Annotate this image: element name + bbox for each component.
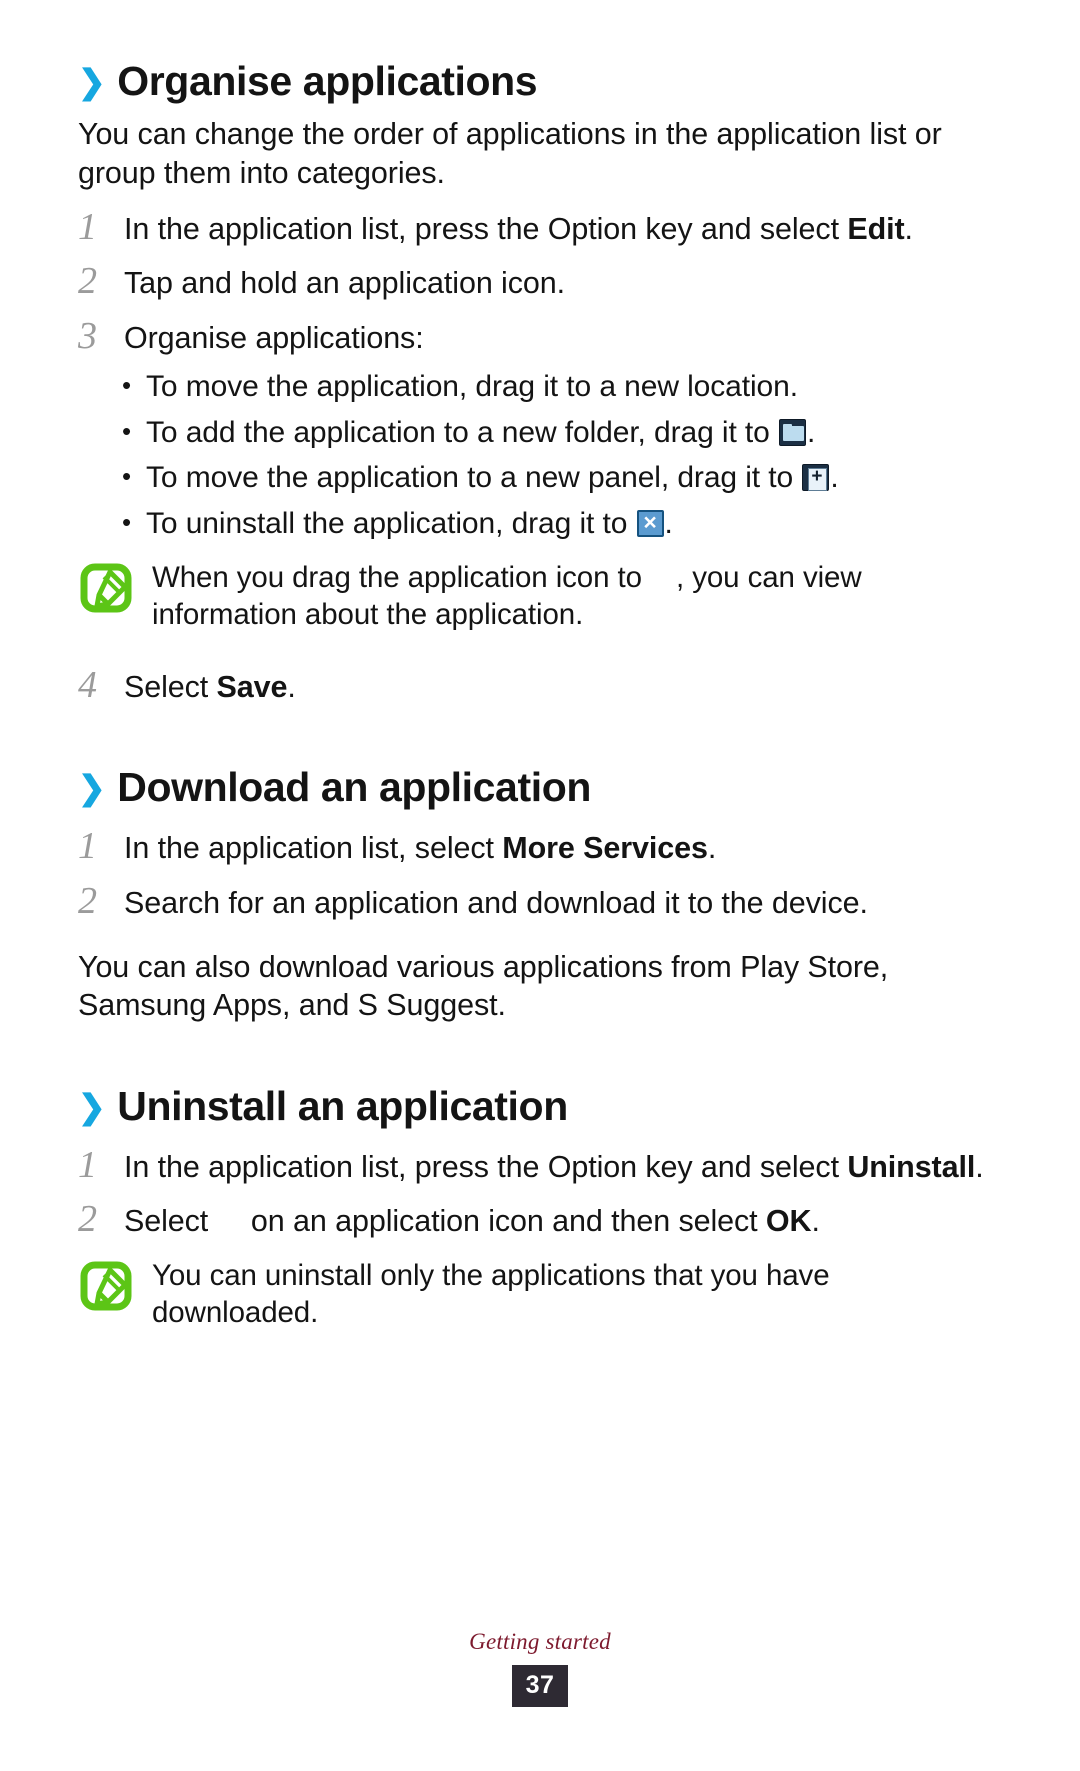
step-text-before: In the application list, select bbox=[124, 831, 503, 866]
step-text-bold: Edit bbox=[847, 211, 905, 246]
step-number: 3 bbox=[78, 314, 97, 357]
bullet-text-after: . bbox=[807, 415, 816, 449]
step-text-bold: OK bbox=[765, 1204, 812, 1239]
chevron-right-icon: ❯ bbox=[78, 768, 106, 806]
list-item: • To move the application to a new panel… bbox=[78, 460, 1002, 497]
list-item: 1 In the application list, select More S… bbox=[78, 825, 1002, 867]
step-text-before: In the application list, press the Optio… bbox=[124, 1149, 848, 1184]
bullet-text: To move the application to a new panel, … bbox=[146, 460, 1002, 497]
bullet-list: • To move the application, drag it to a … bbox=[78, 369, 1002, 542]
uninstall-icon bbox=[636, 510, 664, 538]
steps-list: 1 In the application list, press the Opt… bbox=[78, 1144, 1002, 1241]
step-text: Tap and hold an application icon. bbox=[124, 266, 565, 301]
new-panel-icon bbox=[802, 463, 830, 492]
bullet-text-after: . bbox=[664, 507, 673, 541]
list-item: • To uninstall the application, drag it … bbox=[78, 506, 1002, 543]
step-number: 2 bbox=[78, 879, 97, 922]
step-text: In the application list, press the Optio… bbox=[124, 1144, 1002, 1186]
step-text: In the application list, select More Ser… bbox=[124, 825, 1002, 867]
list-item: • To move the application, drag it to a … bbox=[78, 369, 1002, 406]
section-title-download: ❯ Download an application bbox=[78, 764, 1002, 811]
chevron-right-icon: ❯ bbox=[78, 63, 106, 100]
list-item: 1 In the application list, press the Opt… bbox=[78, 1144, 1002, 1186]
step-text: In the application list, press the Optio… bbox=[124, 206, 1002, 248]
intro-paragraph: You can change the order of applications… bbox=[78, 117, 942, 190]
step-number: 1 bbox=[78, 825, 97, 868]
step-number: 1 bbox=[78, 1143, 97, 1186]
bullet-dot-icon: • bbox=[122, 415, 132, 446]
step-text-before: In the application list, press the Optio… bbox=[124, 211, 848, 246]
bullet-dot-icon: • bbox=[122, 370, 132, 401]
bullet-text: To uninstall the application, drag it to… bbox=[146, 506, 1002, 543]
step-text-before: Select bbox=[124, 1204, 217, 1239]
note-callout: You can uninstall only the applications … bbox=[78, 1257, 1002, 1332]
step-number: 1 bbox=[78, 205, 97, 248]
steps-list: 1 In the application list, select More S… bbox=[78, 825, 1002, 922]
list-item: 2 Search for an application and download… bbox=[78, 880, 1002, 922]
step-text-bold: Save bbox=[216, 669, 288, 704]
step-number: 2 bbox=[78, 1198, 97, 1241]
step-text-bold: Uninstall bbox=[847, 1149, 976, 1184]
bullet-text: To add the application to a new folder, … bbox=[146, 415, 1002, 452]
note-pencil-icon bbox=[80, 1261, 138, 1313]
step-number: 4 bbox=[78, 663, 97, 706]
list-item: 2 Select on an application icon and then… bbox=[78, 1198, 1002, 1240]
bullet-text-before: To add the application to a new folder, … bbox=[146, 415, 778, 449]
list-item: 3 Organise applications: bbox=[78, 315, 1002, 357]
minus-badge-icon bbox=[217, 1209, 243, 1235]
note-text-before: When you drag the application icon to bbox=[152, 560, 651, 594]
section-title-uninstall: ❯ Uninstall an application bbox=[78, 1083, 1002, 1130]
note-text: When you drag the application icon to , … bbox=[138, 559, 1002, 634]
footer-chapter-label: Getting started bbox=[469, 1629, 611, 1654]
step-text-before: Select bbox=[124, 669, 217, 704]
outro-paragraph: You can also download various applicatio… bbox=[78, 949, 889, 1023]
note-text: You can uninstall only the applications … bbox=[152, 1258, 830, 1330]
step-text-after: . bbox=[904, 211, 913, 246]
step-text: Organise applications: bbox=[124, 320, 424, 355]
step-text-mid: on an application icon and then select bbox=[242, 1204, 766, 1239]
list-item: • To add the application to a new folder… bbox=[78, 415, 1002, 452]
heading-text: Organise applications bbox=[117, 58, 538, 104]
note-callout: When you drag the application icon to , … bbox=[78, 559, 1002, 634]
step-text: Select Save. bbox=[124, 664, 1002, 706]
page-number-badge: 37 bbox=[512, 1665, 568, 1707]
note-pencil-icon bbox=[80, 563, 138, 615]
bullet-dot-icon: • bbox=[122, 461, 132, 492]
heading-text: Uninstall an application bbox=[117, 1082, 568, 1129]
bullet-text: To move the application, drag it to a ne… bbox=[146, 370, 798, 404]
section-uninstall-an-application: ❯ Uninstall an application 1 In the appl… bbox=[78, 1083, 1002, 1332]
list-item: 1 In the application list, press the Opt… bbox=[78, 206, 1002, 248]
manual-page: ❯ Organise applications You can change t… bbox=[0, 0, 1080, 1771]
folder-icon bbox=[779, 418, 806, 446]
step-text-bold: More Services bbox=[502, 831, 708, 866]
page-footer: Getting started 37 bbox=[0, 1629, 1080, 1707]
step-text-after: . bbox=[287, 669, 296, 704]
list-item: 4 Select Save. bbox=[78, 664, 1002, 706]
page-title: ❯ Organise applications bbox=[78, 58, 1002, 105]
section-organise-applications: ❯ Organise applications You can change t… bbox=[78, 58, 1002, 706]
step-text: Search for an application and download i… bbox=[124, 885, 868, 920]
list-item: 2 Tap and hold an application icon. bbox=[78, 260, 1002, 302]
steps-list: 1 In the application list, press the Opt… bbox=[78, 206, 1002, 357]
step-number: 2 bbox=[78, 260, 97, 303]
heading-text: Download an application bbox=[117, 763, 591, 810]
step-text-after: . bbox=[811, 1204, 820, 1239]
bullet-dot-icon: • bbox=[122, 507, 132, 538]
step-text: Select on an application icon and then s… bbox=[124, 1198, 1002, 1240]
bullet-text-before: To uninstall the application, drag it to bbox=[146, 507, 636, 541]
step-text-after: . bbox=[707, 831, 717, 866]
bullet-text-before: To move the application to a new panel, … bbox=[146, 461, 802, 495]
section-download-an-application: ❯ Download an application 1 In the appli… bbox=[78, 764, 1002, 1025]
step-text-after: . bbox=[975, 1149, 984, 1184]
bullet-text-after: . bbox=[830, 461, 839, 495]
info-badge-icon bbox=[650, 565, 676, 591]
chevron-right-icon: ❯ bbox=[78, 1087, 106, 1125]
